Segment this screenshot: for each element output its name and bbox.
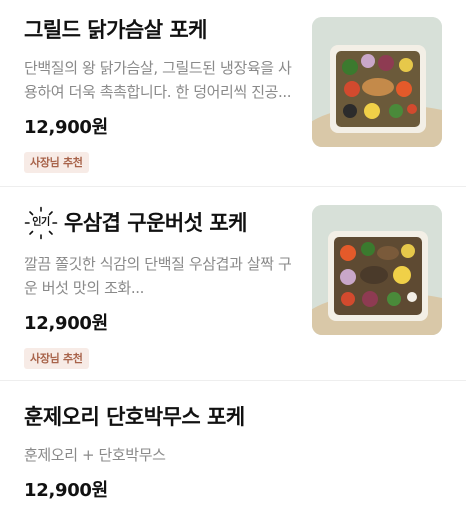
menu-item[interactable]: 그릴드 닭가슴살 포케 단백질의 왕 닭가슴살, 그릴드된 냉장육을 사용하여 … bbox=[0, 0, 466, 186]
menu-item-text: 훈제오리 단호박무스 포케 훈제오리 + 단호박무스 12,900원 bbox=[24, 403, 434, 503]
poke-bowl-image bbox=[312, 205, 442, 335]
menu-item-title: 그릴드 닭가슴살 포케 bbox=[24, 16, 292, 44]
menu-list: 그릴드 닭가슴살 포케 단백질의 왕 닭가슴살, 그릴드된 냉장육을 사용하여 … bbox=[0, 0, 466, 514]
menu-item-title-text: 우삼겹 구운버섯 포케 bbox=[64, 211, 248, 235]
owner-recommend-badge: 사장님 추천 bbox=[24, 348, 89, 369]
owner-recommend-badge: 사장님 추천 bbox=[24, 152, 89, 173]
menu-item-text: 그릴드 닭가슴살 포케 단백질의 왕 닭가슴살, 그릴드된 냉장육을 사용하여 … bbox=[24, 16, 292, 173]
menu-item-photo[interactable] bbox=[312, 17, 442, 147]
menu-item-description: 훈제오리 + 단호박무스 bbox=[24, 446, 166, 464]
menu-item-title-text: 그릴드 닭가슴살 포케 bbox=[24, 18, 208, 42]
poke-bowl-image bbox=[312, 17, 442, 147]
menu-item-price: 12,900원 bbox=[24, 117, 108, 138]
menu-item-title-text: 훈제오리 단호박무스 포케 bbox=[24, 405, 245, 429]
menu-item-description: 깔끔 쫄깃한 식감의 단백질 우삼겹과 살짝 구운 버섯 맛의 조화... bbox=[24, 255, 292, 297]
menu-item[interactable]: 인기 우삼겹 구운버섯 포케 깔끔 쫄깃한 식감의 단백질 우삼겹과 살짝 구운… bbox=[0, 186, 466, 380]
menu-item-description: 단백질의 왕 닭가슴살, 그릴드된 냉장육을 사용하여 더욱 촉촉합니다. 한 … bbox=[24, 59, 292, 101]
popular-icon: 인기 bbox=[24, 206, 58, 240]
popular-label: 인기 bbox=[32, 217, 50, 228]
menu-item-price: 12,900원 bbox=[24, 313, 108, 334]
menu-item-text: 인기 우삼겹 구운버섯 포케 깔끔 쫄깃한 식감의 단백질 우삼겹과 살짝 구운… bbox=[24, 206, 292, 369]
menu-item-price: 12,900원 bbox=[24, 480, 108, 501]
menu-item-photo[interactable] bbox=[312, 205, 442, 335]
menu-item[interactable]: 훈제오리 단호박무스 포케 훈제오리 + 단호박무스 12,900원 bbox=[0, 380, 466, 514]
menu-item-title: 인기 우삼겹 구운버섯 포케 bbox=[24, 206, 292, 240]
menu-item-title: 훈제오리 단호박무스 포케 bbox=[24, 403, 434, 431]
